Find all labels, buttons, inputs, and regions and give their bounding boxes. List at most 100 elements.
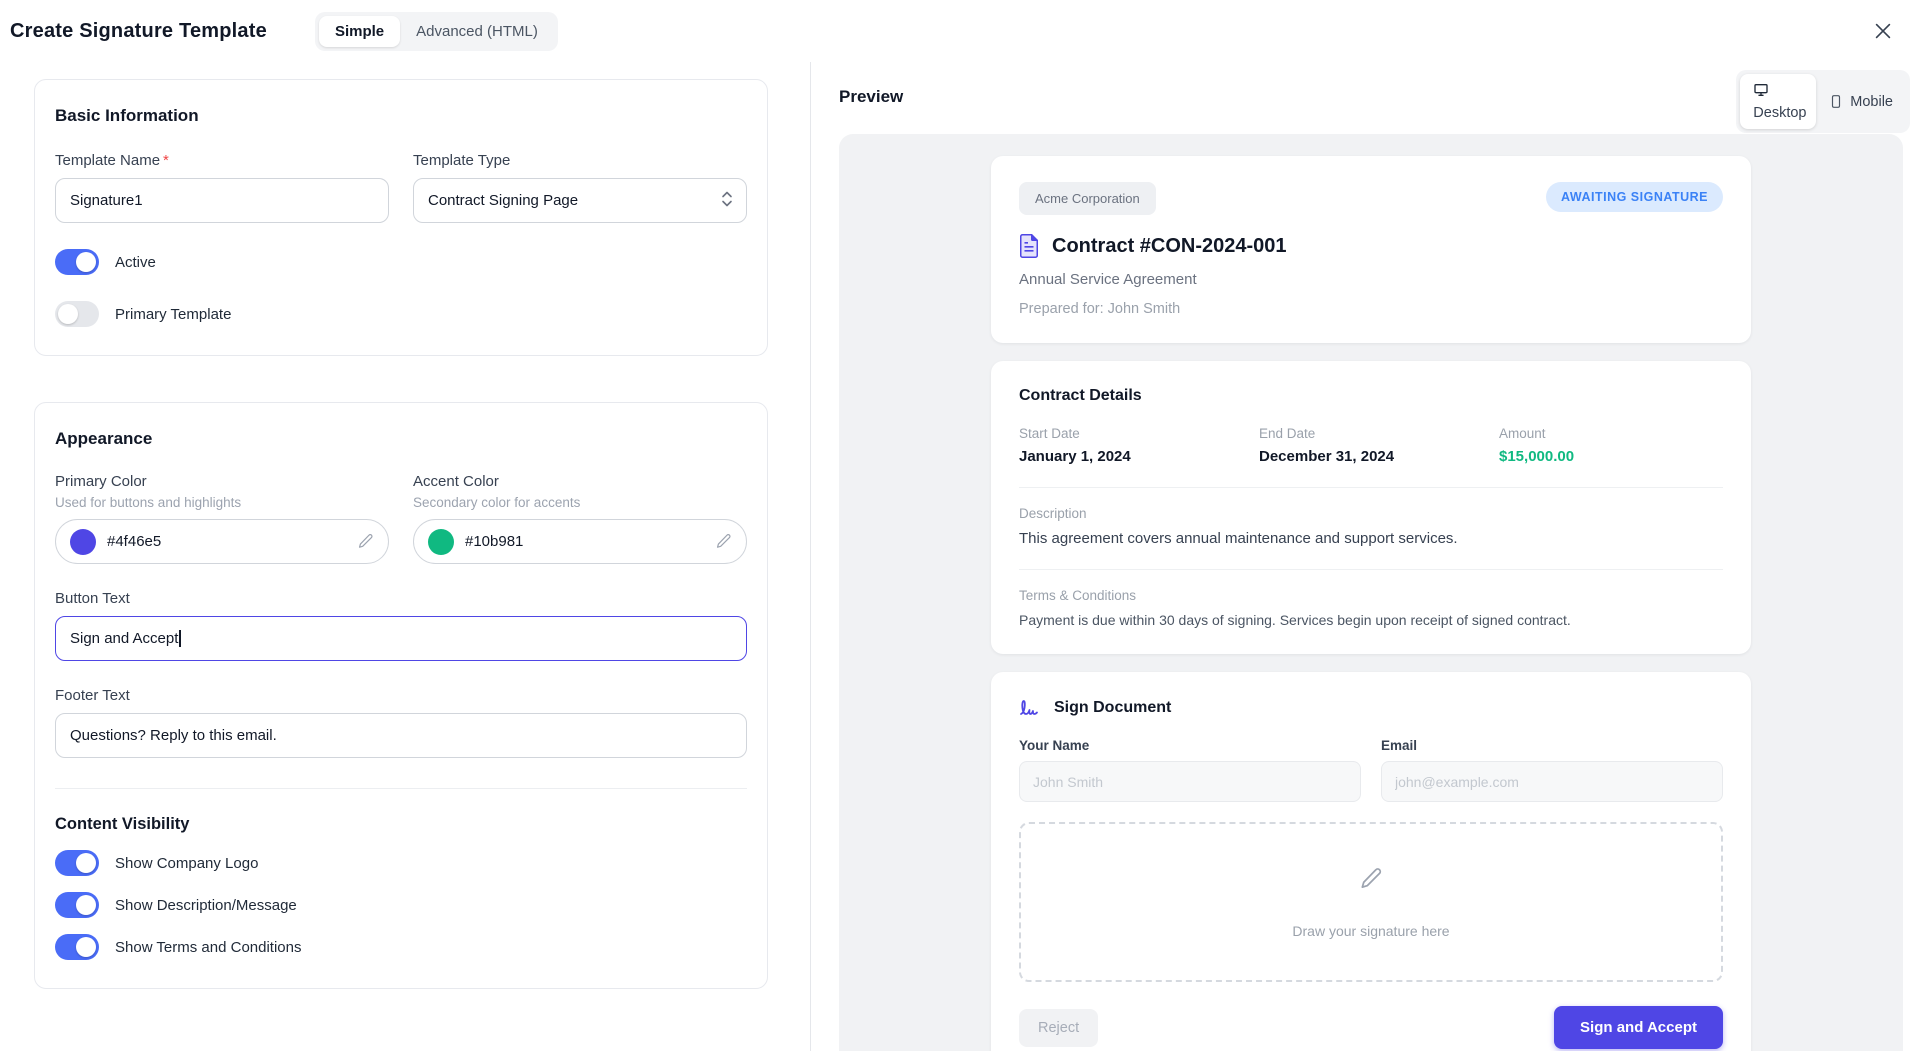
- chevron-up-down-icon: [721, 190, 733, 212]
- tab-advanced-html[interactable]: Advanced (HTML): [400, 16, 554, 47]
- signature-hint: Draw your signature here: [1292, 922, 1450, 939]
- reject-button[interactable]: Reject: [1019, 1008, 1099, 1047]
- your-name-group: Your Name: [1019, 738, 1361, 802]
- device-toggle: Desktop Mobile: [1736, 70, 1910, 133]
- your-name-input[interactable]: [1019, 761, 1361, 802]
- end-date-field: End Date December 31, 2024: [1259, 426, 1483, 465]
- desktop-view-label: Desktop: [1753, 105, 1807, 121]
- contract-subtitle: Annual Service Agreement: [1019, 271, 1197, 288]
- template-form-panel: Basic Information Template Name* Templat…: [0, 62, 810, 1051]
- close-button[interactable]: [1872, 20, 1894, 42]
- accent-color-group: Accent Color Secondary color for accents…: [413, 473, 747, 564]
- toggle-knob: [76, 895, 96, 915]
- accent-color-swatch: [428, 528, 454, 555]
- button-text-value: Sign and Accept: [70, 630, 179, 647]
- button-text-label: Button Text: [55, 590, 130, 607]
- edit-pencil-icon[interactable]: [357, 533, 374, 550]
- appearance-heading: Appearance: [55, 429, 153, 448]
- template-name-label: Template Name *: [55, 152, 169, 169]
- active-toggle-row: Active: [55, 249, 747, 275]
- preview-panel: Preview Desktop Mobile Acme Corporation: [810, 62, 1920, 1051]
- email-label: Email: [1381, 738, 1418, 753]
- signature-pad[interactable]: Draw your signature here: [1019, 822, 1723, 982]
- sign-and-accept-button[interactable]: Sign and Accept: [1554, 1006, 1723, 1049]
- basic-information-heading: Basic Information: [55, 106, 199, 125]
- button-text-group: Button Text Sign and Accept: [55, 590, 747, 661]
- mode-tabs: Simple Advanced (HTML): [314, 11, 558, 51]
- show-company-logo-row: Show Company Logo: [55, 850, 747, 876]
- your-name-label: Your Name: [1019, 738, 1090, 753]
- toggle-knob: [76, 252, 96, 272]
- prepared-for-text: Prepared for: John Smith: [1019, 301, 1181, 317]
- active-toggle-label: Active: [115, 253, 156, 271]
- divider: [1019, 569, 1723, 570]
- template-type-group: Template Type Contract Signing Page: [413, 152, 747, 223]
- show-company-logo-label: Show Company Logo: [115, 854, 259, 872]
- description-label: Description: [1019, 506, 1087, 521]
- preview-canvas: Acme Corporation AWAITING SIGNATURE Cont…: [839, 134, 1903, 1051]
- show-terms-label: Show Terms and Conditions: [115, 938, 302, 956]
- contract-header-card: Acme Corporation AWAITING SIGNATURE Cont…: [991, 156, 1751, 343]
- text-cursor: [179, 630, 181, 647]
- description-text: This agreement covers annual maintenance…: [1019, 530, 1458, 547]
- email-group: Email: [1381, 738, 1723, 802]
- toggle-knob: [76, 853, 96, 873]
- mobile-phone-icon: [1829, 94, 1843, 109]
- template-name-group: Template Name *: [55, 152, 389, 223]
- show-company-logo-toggle[interactable]: [55, 850, 99, 876]
- template-type-value: Contract Signing Page: [428, 192, 579, 209]
- mobile-view-button[interactable]: Mobile: [1816, 86, 1906, 118]
- page-title: Create Signature Template: [10, 19, 267, 42]
- mobile-view-label: Mobile: [1850, 93, 1893, 110]
- required-asterisk: *: [163, 152, 169, 169]
- document-icon: [1019, 234, 1039, 258]
- toggle-knob: [76, 937, 96, 957]
- accent-color-label: Accent Color: [413, 473, 499, 490]
- desktop-view-button[interactable]: Desktop: [1740, 74, 1817, 129]
- amount-field: Amount $15,000.00: [1499, 426, 1723, 465]
- primary-color-group: Primary Color Used for buttons and highl…: [55, 473, 389, 564]
- content-visibility-heading: Content Visibility: [55, 815, 190, 833]
- amount-label: Amount: [1499, 426, 1546, 441]
- template-name-input[interactable]: [55, 178, 389, 223]
- template-type-select[interactable]: Contract Signing Page: [413, 178, 747, 223]
- sign-document-heading: Sign Document: [1054, 699, 1172, 716]
- primary-template-toggle[interactable]: [55, 301, 99, 327]
- contract-title: Contract #CON-2024-001: [1052, 234, 1287, 257]
- template-type-label: Template Type: [413, 152, 511, 169]
- section-divider: [55, 788, 747, 789]
- end-date-label: End Date: [1259, 426, 1316, 441]
- amount-value: $15,000.00: [1499, 448, 1575, 465]
- primary-color-field[interactable]: #4f46e5: [55, 519, 389, 564]
- show-description-toggle[interactable]: [55, 892, 99, 918]
- company-logo-badge: Acme Corporation: [1019, 182, 1156, 215]
- tab-simple[interactable]: Simple: [318, 15, 401, 47]
- start-date-label: Start Date: [1019, 426, 1080, 441]
- accent-color-help: Secondary color for accents: [413, 495, 581, 510]
- footer-text-input[interactable]: [55, 713, 747, 758]
- status-badge: AWAITING SIGNATURE: [1546, 182, 1723, 212]
- sign-document-card: Sign Document Your Name Email: [991, 672, 1751, 1051]
- edit-pencil-icon[interactable]: [715, 533, 732, 550]
- contract-details-heading: Contract Details: [1019, 387, 1142, 404]
- accent-color-field[interactable]: #10b981: [413, 519, 747, 564]
- primary-color-swatch: [70, 528, 96, 555]
- close-icon: [1872, 20, 1894, 42]
- pencil-icon: [1358, 866, 1384, 897]
- start-date-field: Start Date January 1, 2024: [1019, 426, 1243, 465]
- show-terms-toggle[interactable]: [55, 934, 99, 960]
- terms-label: Terms & Conditions: [1019, 588, 1137, 603]
- button-text-input[interactable]: Sign and Accept: [55, 616, 747, 661]
- dialog-header: Create Signature Template Simple Advance…: [0, 0, 1920, 62]
- active-toggle[interactable]: [55, 249, 99, 275]
- accent-color-hex: #10b981: [465, 533, 524, 550]
- footer-text-group: Footer Text: [55, 687, 747, 758]
- basic-information-card: Basic Information Template Name* Templat…: [34, 79, 768, 356]
- primary-template-toggle-row: Primary Template: [55, 301, 747, 327]
- footer-text-label: Footer Text: [55, 687, 130, 704]
- email-input[interactable]: [1381, 761, 1723, 802]
- show-terms-row: Show Terms and Conditions: [55, 934, 747, 960]
- start-date-value: January 1, 2024: [1019, 448, 1131, 465]
- primary-color-label: Primary Color: [55, 473, 147, 490]
- primary-template-toggle-label: Primary Template: [115, 305, 232, 323]
